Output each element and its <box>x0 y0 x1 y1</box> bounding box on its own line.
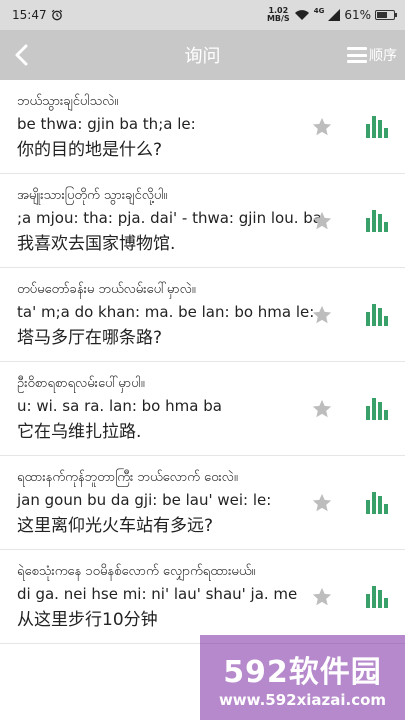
menu-icon <box>347 47 367 63</box>
audio-bars-icon[interactable] <box>366 491 388 514</box>
status-right: 1.02 MB/S 4G 61% <box>266 6 397 23</box>
star-icon[interactable] <box>311 304 333 326</box>
star-icon[interactable] <box>311 210 333 232</box>
battery-icon <box>375 10 397 20</box>
phrase-romanization: u: wi. sa ra. lan: bo hma ba <box>17 397 222 415</box>
signal-type-label: 4G <box>313 7 325 15</box>
star-icon[interactable] <box>311 116 333 138</box>
app-bar: 询问 顺序 <box>0 30 405 80</box>
star-icon[interactable] <box>311 398 333 420</box>
phrase-list: ဘယ်သွားချင်ပါသလဲ။ be thwa: gjin ba th;a … <box>0 80 405 644</box>
list-item[interactable]: ဦးဝိစာရစာရလမ်းပေါ်မှာပါ။ u: wi. sa ra. l… <box>0 362 405 456</box>
battery-percent: 61% <box>344 8 371 22</box>
phrase-burmese: ဦးဝိစာရစာရလမ်းပေါ်မှာပါ။ <box>17 376 145 391</box>
phrase-chinese: 你的目的地是什么? <box>17 140 163 160</box>
audio-bars-icon[interactable] <box>366 585 388 608</box>
order-label: 顺序 <box>369 48 397 64</box>
phrase-burmese: ရထားနက်ကုန်ဘူတာကြီး ဘယ်လောက် ဝေးလဲ။ <box>17 470 238 485</box>
watermark-url: www.592xiazai.com <box>218 690 387 709</box>
phrase-chinese: 从这里步行10分钟 <box>17 610 158 630</box>
phrase-romanization: jan goun bu da gji: be lau' wei: le: <box>17 491 272 509</box>
alarm-icon <box>51 9 62 21</box>
audio-bars-icon[interactable] <box>366 303 388 326</box>
phrase-burmese: အမျိုးသားပြတိုက် သွားချင်လို့ပါ။ <box>17 188 168 203</box>
status-bar: 15:47 1.02 MB/S 4G 61% <box>0 0 405 30</box>
phrase-chinese: 这里离仰光火车站有多远? <box>17 516 214 536</box>
star-icon[interactable] <box>311 586 333 608</box>
phrase-chinese: 我喜欢去国家博物馆. <box>17 234 176 254</box>
phrase-romanization: ta' m;a do khan: ma. be lan: bo hma le: <box>17 303 315 321</box>
star-icon[interactable] <box>311 492 333 514</box>
audio-bars-icon[interactable] <box>366 209 388 232</box>
phrase-romanization: ;a mjou: tha: pja. dai' - thwa: gjin lou… <box>17 209 322 227</box>
list-item[interactable]: ရထားနက်ကုန်ဘူတာကြီး ဘယ်လောက် ဝေးလဲ။ jan … <box>0 456 405 550</box>
audio-bars-icon[interactable] <box>366 115 388 138</box>
phrase-burmese: ရဲစေသုံးကနေ ၁၀မိနစ်လောက် လျှောက်ရထားမယ်။ <box>17 564 256 579</box>
list-item[interactable]: အမျိုးသားပြတိုက် သွားချင်လို့ပါ။ ;a mjou… <box>0 174 405 268</box>
list-item[interactable]: ဘယ်သွားချင်ပါသလဲ။ be thwa: gjin ba th;a … <box>0 80 405 174</box>
watermark-title: 592软件园 <box>223 654 382 690</box>
net-speed: 1.02 MB/S <box>266 6 290 23</box>
page-title: 询问 <box>184 46 221 67</box>
status-left: 15:47 <box>12 8 63 22</box>
chevron-left-icon <box>15 44 28 66</box>
phrase-chinese: 塔马多厅在哪条路? <box>17 328 163 348</box>
phrase-chinese: 它在乌维扎拉路. <box>17 422 142 442</box>
back-button[interactable] <box>14 40 38 70</box>
phrase-burmese: ဘယ်သွားချင်ပါသလဲ။ <box>17 94 119 109</box>
phrase-romanization: di ga. nei hse mi: ni' lau' shau' ja. me <box>17 585 298 603</box>
phrase-burmese: တပ်မတော်ခန်းမ ဘယ်လမ်းပေါ်မှာလဲ။ <box>17 282 196 297</box>
watermark: 592软件园 www.592xiazai.com <box>200 635 405 720</box>
list-item[interactable]: ရဲစေသုံးကနေ ၁၀မိနစ်လောက် လျှောက်ရထားမယ်။… <box>0 550 405 644</box>
phrase-romanization: be thwa: gjin ba th;a le: <box>17 115 196 133</box>
status-time: 15:47 <box>12 8 47 22</box>
list-item[interactable]: တပ်မတော်ခန်းမ ဘယ်လမ်းပေါ်မှာလဲ။ ta' m;a … <box>0 268 405 362</box>
cell-signal-icon <box>328 9 341 21</box>
audio-bars-icon[interactable] <box>366 397 388 420</box>
order-button[interactable]: 顺序 <box>347 45 397 65</box>
battery-fill <box>377 12 387 18</box>
wifi-icon <box>294 10 309 20</box>
